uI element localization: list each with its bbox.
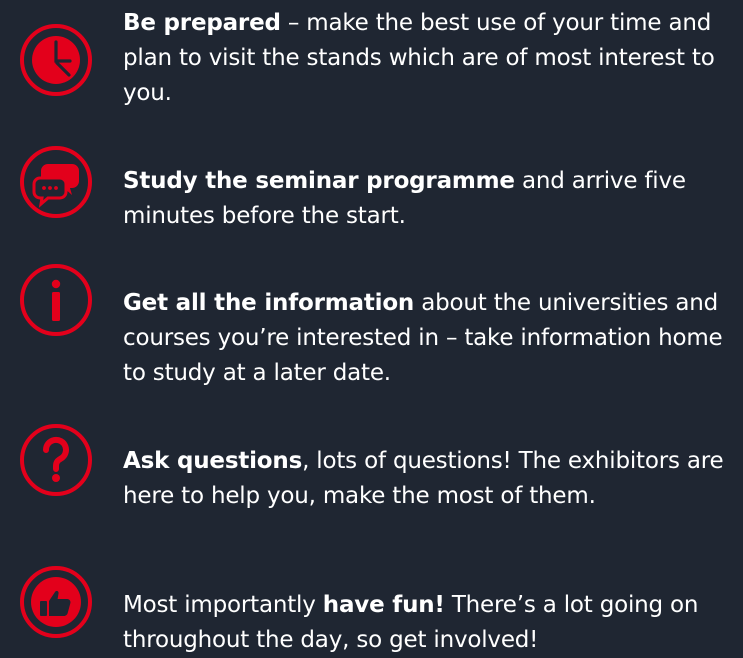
- tip-bold: Ask questions: [123, 448, 303, 474]
- tip-lead: Most importantly: [123, 592, 323, 618]
- tip-text: Study the seminar programme and arrive f…: [123, 164, 735, 234]
- clock-icon: [18, 22, 94, 98]
- tip-text: Get all the information about the univer…: [123, 286, 735, 391]
- info-icon: [18, 262, 94, 338]
- speech-bubbles-icon: [18, 144, 94, 220]
- thumbs-up-icon: [18, 564, 94, 640]
- tip-bold: have fun!: [322, 592, 445, 618]
- tip-bold: Get all the information: [123, 290, 415, 316]
- tips-page: Be prepared – make the best use of your …: [0, 0, 743, 657]
- tip-text: Most importantly have fun! There’s a lot…: [123, 588, 735, 658]
- question-mark-icon: [18, 422, 94, 498]
- tip-bold: Be prepared: [123, 10, 281, 36]
- tip-bold: Study the seminar programme: [123, 168, 515, 194]
- tip-text: Ask questions, lots of questions! The ex…: [123, 444, 735, 514]
- tip-text: Be prepared – make the best use of your …: [123, 6, 735, 111]
